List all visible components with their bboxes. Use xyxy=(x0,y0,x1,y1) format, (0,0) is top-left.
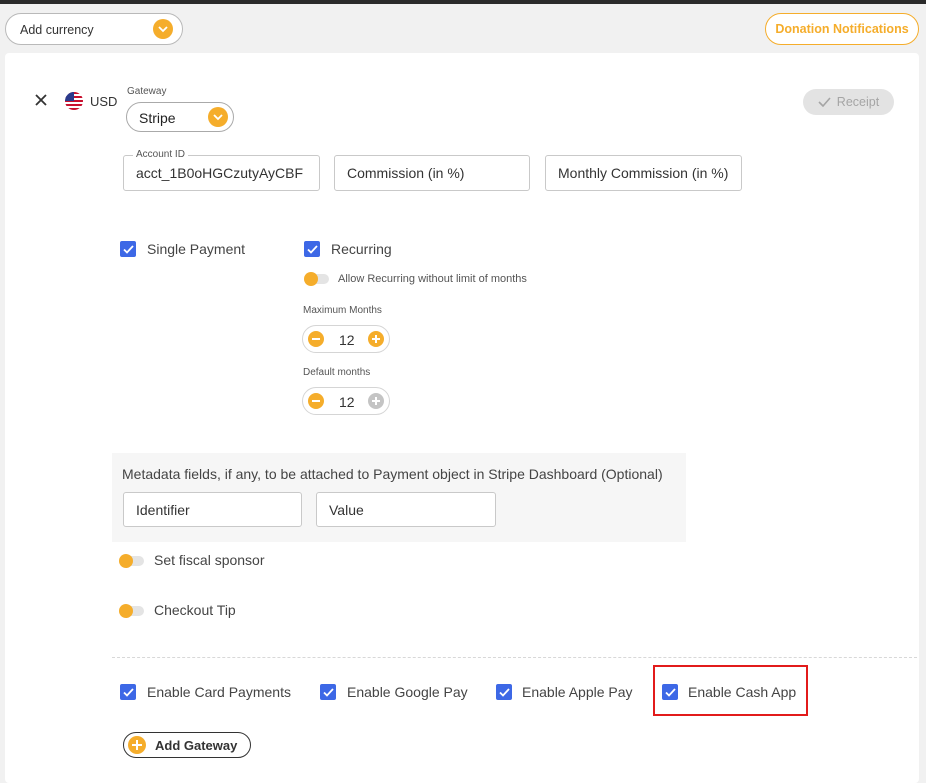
top-bar xyxy=(0,0,926,4)
default-months-value: 12 xyxy=(339,394,355,410)
currency-code: USD xyxy=(90,94,118,109)
maximum-months-value: 12 xyxy=(339,332,355,348)
single-payment-label: Single Payment xyxy=(147,241,246,257)
check-icon xyxy=(306,244,318,254)
plus-icon xyxy=(128,736,146,754)
enable-google-pay-checkbox[interactable] xyxy=(320,684,336,700)
check-icon xyxy=(498,687,510,697)
divider xyxy=(112,657,917,658)
receipt-button[interactable]: Receipt xyxy=(803,89,894,115)
gateway-value: Stripe xyxy=(139,110,176,126)
close-icon[interactable] xyxy=(33,92,49,108)
us-flag-icon xyxy=(65,92,83,110)
maximum-months-label: Maximum Months xyxy=(303,305,382,316)
single-payment-checkbox[interactable] xyxy=(120,241,136,257)
monthly-commission-field[interactable]: Monthly Commission (in %) xyxy=(545,155,742,191)
checkout-tip-toggle[interactable] xyxy=(119,604,144,618)
receipt-label: Receipt xyxy=(836,95,880,109)
commission-field[interactable]: Commission (in %) xyxy=(334,155,530,191)
recurring-checkbox[interactable] xyxy=(304,241,320,257)
commission-placeholder: Commission (in %) xyxy=(347,165,465,181)
enable-apple-pay-label: Enable Apple Pay xyxy=(522,684,633,700)
add-gateway-button[interactable]: Add Gateway xyxy=(123,732,251,758)
check-icon xyxy=(322,687,334,697)
highlight-box xyxy=(653,665,808,716)
enable-card-payments-checkbox[interactable] xyxy=(120,684,136,700)
monthly-commission-placeholder: Monthly Commission (in %) xyxy=(558,165,729,181)
account-id-field[interactable]: Account ID acct_1B0oHGCzutyAyCBF xyxy=(123,149,320,191)
plus-icon[interactable] xyxy=(368,331,384,347)
fiscal-sponsor-label: Set fiscal sponsor xyxy=(154,552,265,568)
plus-icon[interactable] xyxy=(368,393,384,409)
enable-card-payments-label: Enable Card Payments xyxy=(147,684,291,700)
donation-notifications-button[interactable]: Donation Notifications xyxy=(765,13,919,45)
fiscal-sponsor-toggle[interactable] xyxy=(119,554,144,568)
default-months-label: Default months xyxy=(303,367,371,378)
gateway-label: Gateway xyxy=(127,86,167,97)
value-placeholder: Value xyxy=(329,502,364,518)
metadata-title: Metadata fields, if any, to be attached … xyxy=(122,466,663,482)
value-input[interactable]: Value xyxy=(316,492,496,527)
default-months-stepper[interactable]: 12 xyxy=(302,387,390,415)
check-icon xyxy=(122,244,134,254)
allow-recurring-toggle[interactable] xyxy=(304,272,329,286)
allow-recurring-label: Allow Recurring without limit of months xyxy=(338,273,527,285)
maximum-months-stepper[interactable]: 12 xyxy=(302,325,390,353)
checkout-tip-label: Checkout Tip xyxy=(154,602,236,618)
recurring-label: Recurring xyxy=(331,241,392,257)
add-gateway-label: Add Gateway xyxy=(155,738,238,753)
minus-icon[interactable] xyxy=(308,331,324,347)
check-icon xyxy=(122,687,134,697)
account-id-value: acct_1B0oHGCzutyAyCBF xyxy=(136,165,304,181)
identifier-input[interactable]: Identifier xyxy=(123,492,302,527)
identifier-placeholder: Identifier xyxy=(136,502,190,518)
gateway-select[interactable]: Stripe xyxy=(126,102,234,132)
enable-apple-pay-checkbox[interactable] xyxy=(496,684,512,700)
check-icon xyxy=(818,97,831,107)
account-id-label: Account ID xyxy=(133,149,188,161)
chevron-down-icon xyxy=(153,19,173,39)
minus-icon[interactable] xyxy=(308,393,324,409)
add-currency-select[interactable]: Add currency xyxy=(5,13,183,45)
add-currency-label: Add currency xyxy=(20,23,94,37)
chevron-down-icon xyxy=(208,107,228,127)
enable-google-pay-label: Enable Google Pay xyxy=(347,684,468,700)
